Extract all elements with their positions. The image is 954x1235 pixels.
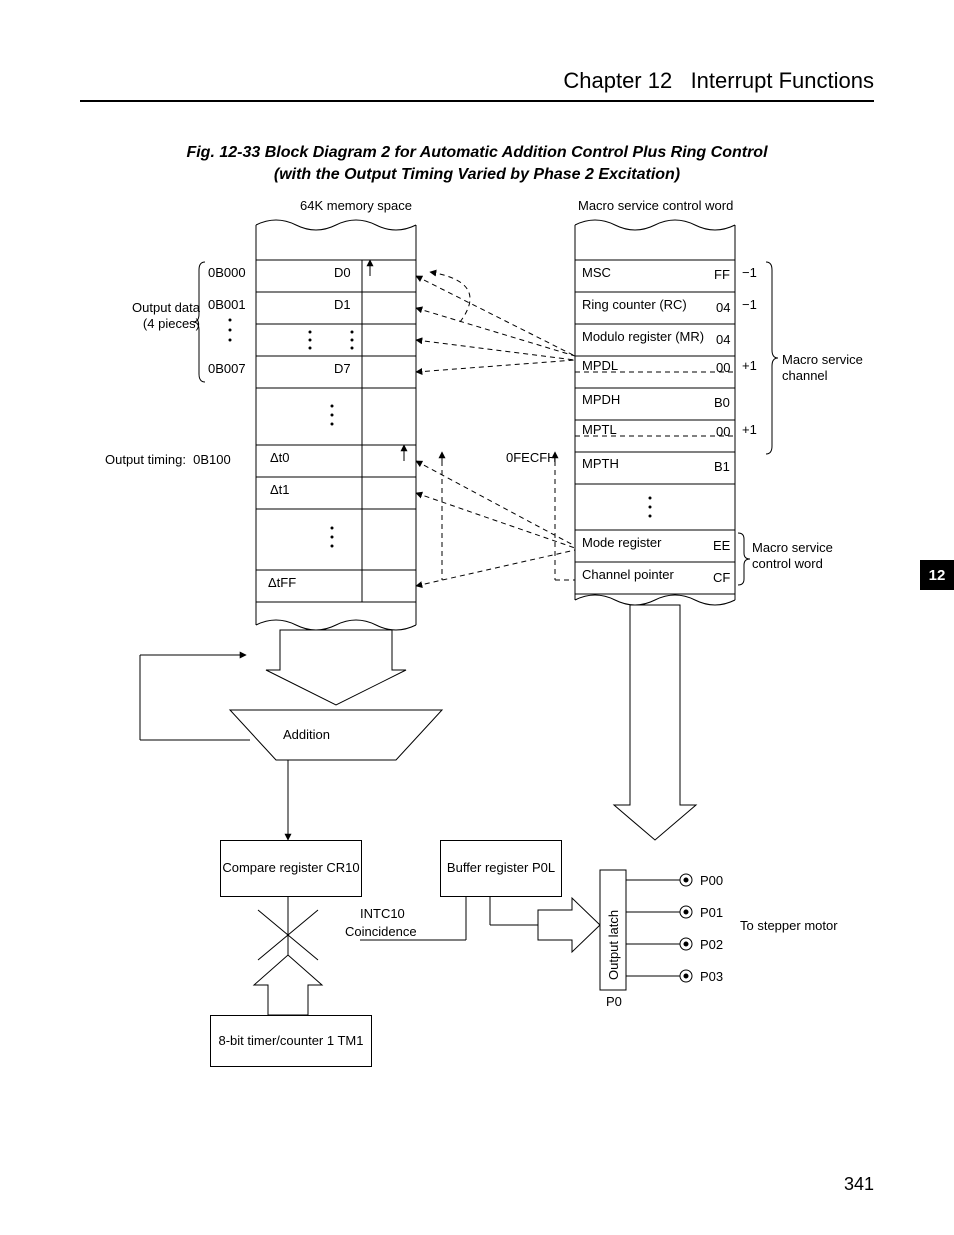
cell-dt1: Δt1 xyxy=(270,482,290,498)
port-p02: P02 xyxy=(700,937,723,953)
msw-mpdh-r: B0 xyxy=(714,395,730,411)
msw-mpdl-d: +1 xyxy=(742,358,757,374)
p0l-label: Buffer register P0L xyxy=(447,860,555,876)
msw-mode-r: EE xyxy=(713,538,730,554)
msw-mpdl-l: MPDL xyxy=(582,358,618,374)
brace-bot-label: Macro service control word xyxy=(752,540,833,571)
brace-top-label: Macro service channel xyxy=(782,352,863,383)
tm1-box: 8-bit timer/counter 1 TM1 xyxy=(210,1015,372,1067)
addition-label: Addition xyxy=(283,727,330,743)
port-p00: P00 xyxy=(700,873,723,889)
msw-mptl-d: +1 xyxy=(742,422,757,438)
cell-d7: D7 xyxy=(334,361,351,377)
cr10-label: Compare register CR10 xyxy=(222,860,359,876)
output-latch-label: Output latch xyxy=(606,910,622,980)
intc10-label: INTC10 xyxy=(360,906,405,922)
msw-mpdh-l: MPDH xyxy=(582,392,620,408)
cell-d1: D1 xyxy=(334,297,351,313)
port-p01: P01 xyxy=(700,905,723,921)
msw-rc-r: 04 xyxy=(716,300,730,316)
tm1-label: 8-bit timer/counter 1 TM1 xyxy=(219,1033,364,1049)
msw-rc-l: Ring counter (RC) xyxy=(582,297,687,313)
addr-1: 0B001 xyxy=(208,297,246,313)
mid-label: 0FECFH xyxy=(506,450,557,466)
msw-chan-r: CF xyxy=(713,570,730,586)
heading-left: 64K memory space xyxy=(300,198,412,214)
output-data-label: Output data (4 pieces) xyxy=(120,300,200,331)
p0-label: P0 xyxy=(606,994,622,1010)
msw-mpth-r: B1 xyxy=(714,459,730,475)
msw-rc-d: −1 xyxy=(742,297,757,313)
msw-mptl-l: MPTL xyxy=(582,422,617,438)
cell-d0: D0 xyxy=(334,265,351,281)
msw-mptl-r: 00 xyxy=(716,424,730,440)
block-diagram xyxy=(0,0,954,1235)
cell-dtff: ΔtFF xyxy=(268,575,296,591)
port-p03: P03 xyxy=(700,969,723,985)
addr-0: 0B000 xyxy=(208,265,246,281)
msw-msc-r: FF xyxy=(714,267,730,283)
cr10-box: Compare register CR10 xyxy=(220,840,362,897)
msw-mpth-l: MPTH xyxy=(582,456,619,472)
msw-chan-l: Channel pointer xyxy=(582,567,674,583)
msw-mr-l: Modulo register (MR) xyxy=(582,329,704,345)
msw-msc-l: MSC xyxy=(582,265,611,281)
msw-mr-r: 04 xyxy=(716,332,730,348)
msw-mode-l: Mode register xyxy=(582,535,661,551)
msw-mpdl-r: 00 xyxy=(716,360,730,376)
addr-7: 0B007 xyxy=(208,361,246,377)
p0l-box: Buffer register P0L xyxy=(440,840,562,897)
output-timing-label: Output timing: 0B100 xyxy=(105,452,231,468)
cell-dt0: Δt0 xyxy=(270,450,290,466)
heading-right: Macro service control word xyxy=(578,198,733,214)
stepper-label: To stepper motor xyxy=(740,918,838,934)
msw-msc-d: −1 xyxy=(742,265,757,281)
coincidence-label: Coincidence xyxy=(345,924,417,940)
